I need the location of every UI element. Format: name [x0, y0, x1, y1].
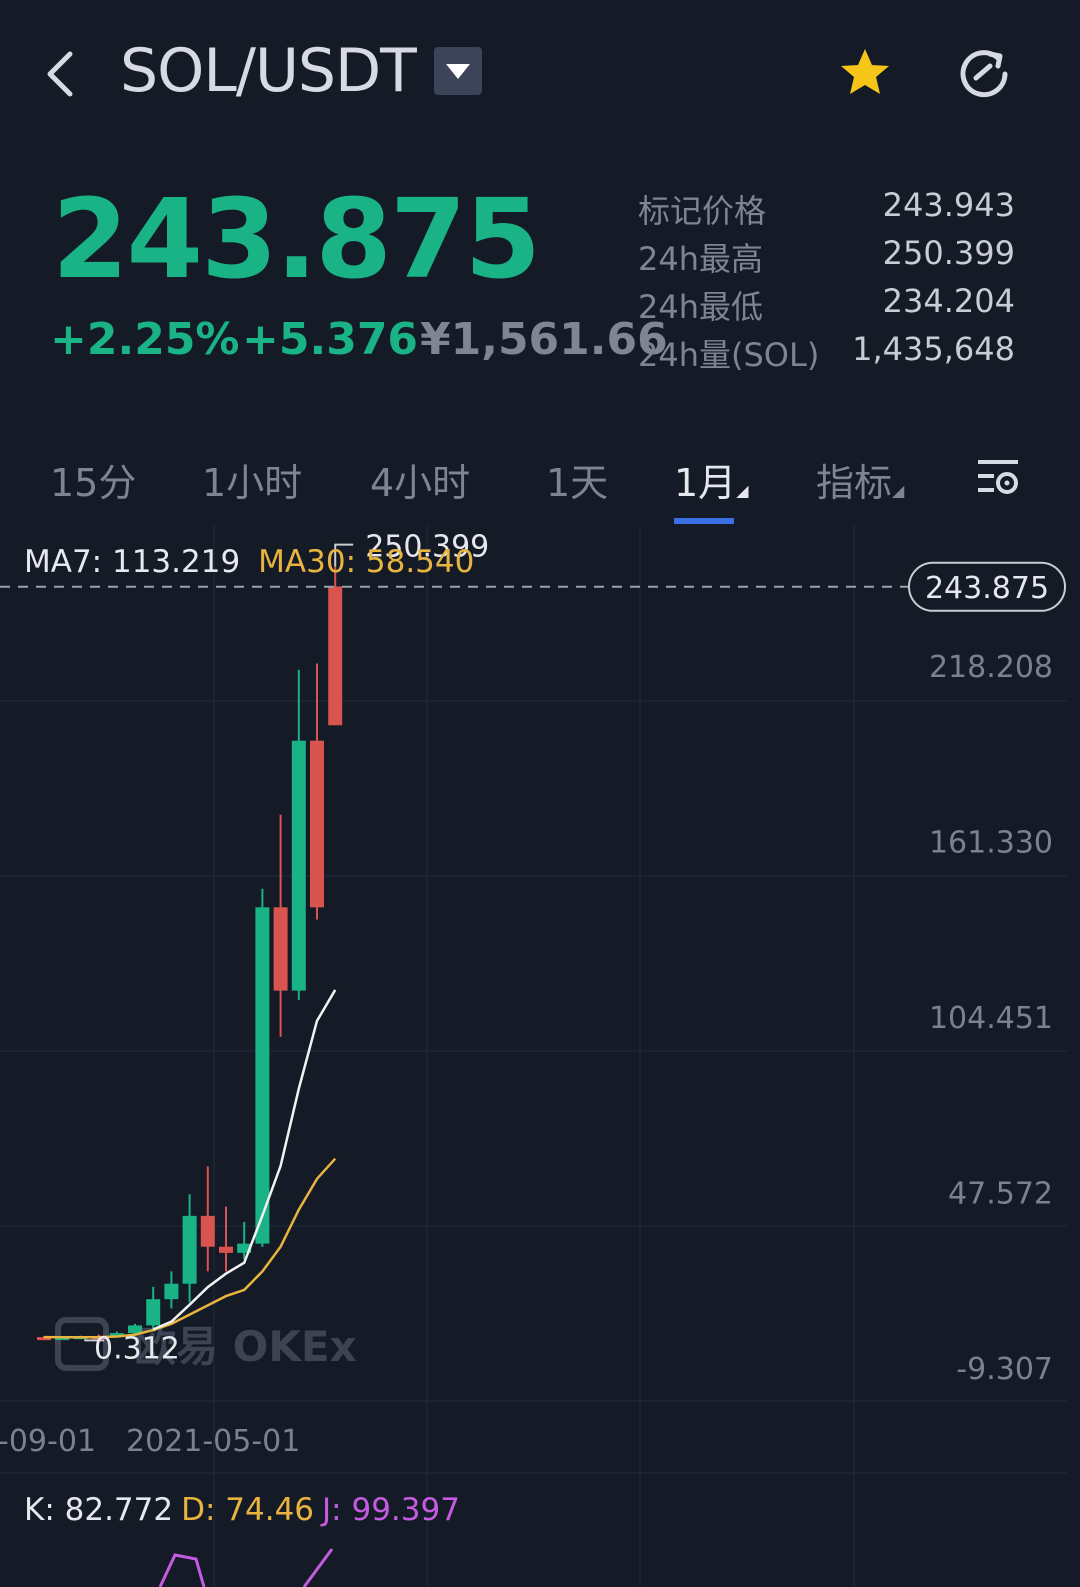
tab-4h[interactable]: 4小时 [370, 452, 470, 507]
tab-indicators[interactable]: 指标◢ [816, 452, 904, 507]
candle-body [200, 1215, 215, 1247]
current-price-label: 243.875 [925, 571, 1049, 606]
kdj-j-value: J: 99.397 [322, 1492, 460, 1528]
stat-label-24h-volume: 24h量(SOL) [638, 336, 820, 374]
corner-triangle-icon: ◢ [892, 481, 905, 500]
chart-settings-button[interactable] [976, 456, 1020, 500]
candle-body [146, 1299, 161, 1326]
x-tick-label: 2021-05-01 [126, 1424, 300, 1459]
last-price: 243.875 [52, 175, 541, 303]
favorite-button[interactable] [836, 44, 894, 102]
tab-1M[interactable]: 1月◢ [674, 452, 749, 507]
candle-body [291, 740, 306, 991]
stat-label-mark-price: 标记价格 [638, 192, 767, 230]
y-tick-label: -9.307 [956, 1352, 1053, 1387]
candle-body [219, 1246, 233, 1253]
y-tick-label: 47.572 [948, 1176, 1053, 1211]
x-tick-label: -09-01 [0, 1424, 96, 1459]
y-tick-label: 161.330 [929, 825, 1053, 860]
stat-label-24h-high: 24h最高 [638, 240, 764, 278]
corner-triangle-icon: ◢ [736, 481, 749, 500]
candlestick-chart[interactable]: 欧易 OKEx 218.208161.330104.45147.572-9.30… [0, 525, 1067, 1587]
pair-title[interactable]: SOL/USDT [120, 36, 417, 106]
chevron-left-icon [47, 51, 73, 97]
candle-body [255, 907, 270, 1244]
change-percent: +2.25% [50, 314, 240, 365]
candle-body [273, 907, 288, 991]
refresh-icon [960, 50, 1008, 98]
candle-body [182, 1215, 197, 1284]
candle-body [328, 586, 343, 726]
change-absolute: +5.376 [242, 314, 419, 365]
caret-down-icon [446, 64, 470, 79]
candles [37, 566, 343, 1341]
back-button[interactable] [40, 46, 84, 102]
stat-label-24h-low: 24h最低 [638, 288, 764, 326]
tab-15m[interactable]: 15分 [50, 452, 136, 507]
ma-legend: MA7: 113.219 MA30: 58.540 [24, 544, 474, 580]
y-tick-label: 104.451 [929, 1001, 1053, 1036]
kdj-j-line-2 [302, 1548, 334, 1587]
candle-body [310, 740, 324, 908]
active-tab-underline [674, 518, 734, 524]
kdj-legend: K: 82.772 D: 74.46 J: 99.397 [24, 1492, 460, 1528]
stat-value-mark-price: 243.943 [882, 186, 1015, 224]
star-icon [841, 49, 889, 94]
tab-1M-label: 1月 [674, 461, 737, 505]
tab-1d[interactable]: 1天 [546, 452, 608, 507]
share-refresh-button[interactable] [954, 44, 1014, 104]
tab-indicators-label: 指标 [816, 461, 893, 505]
ma30-value: MA30: 58.540 [258, 544, 475, 580]
kdj-lines [158, 1548, 334, 1587]
kdj-k-value: K: 82.772 [24, 1492, 174, 1528]
kdj-j-line [158, 1553, 206, 1587]
stat-value-24h-volume: 1,435,648 [852, 330, 1015, 368]
tab-1h[interactable]: 1小时 [202, 452, 302, 507]
settings-sliders-icon [978, 460, 1018, 494]
ma7-value: MA7: 113.219 [24, 544, 241, 580]
stat-value-24h-high: 250.399 [882, 234, 1015, 272]
candle-body [164, 1283, 179, 1300]
kdj-d-value: D: 74.46 [181, 1492, 315, 1528]
y-tick-label: 218.208 [929, 650, 1053, 685]
pair-dropdown-button[interactable] [434, 47, 482, 95]
low-label: 0.312 [94, 1331, 180, 1366]
cny-price: ¥1,561.66 [420, 314, 668, 365]
ma7-line [152, 989, 337, 1331]
stat-value-24h-low: 234.204 [882, 282, 1015, 320]
